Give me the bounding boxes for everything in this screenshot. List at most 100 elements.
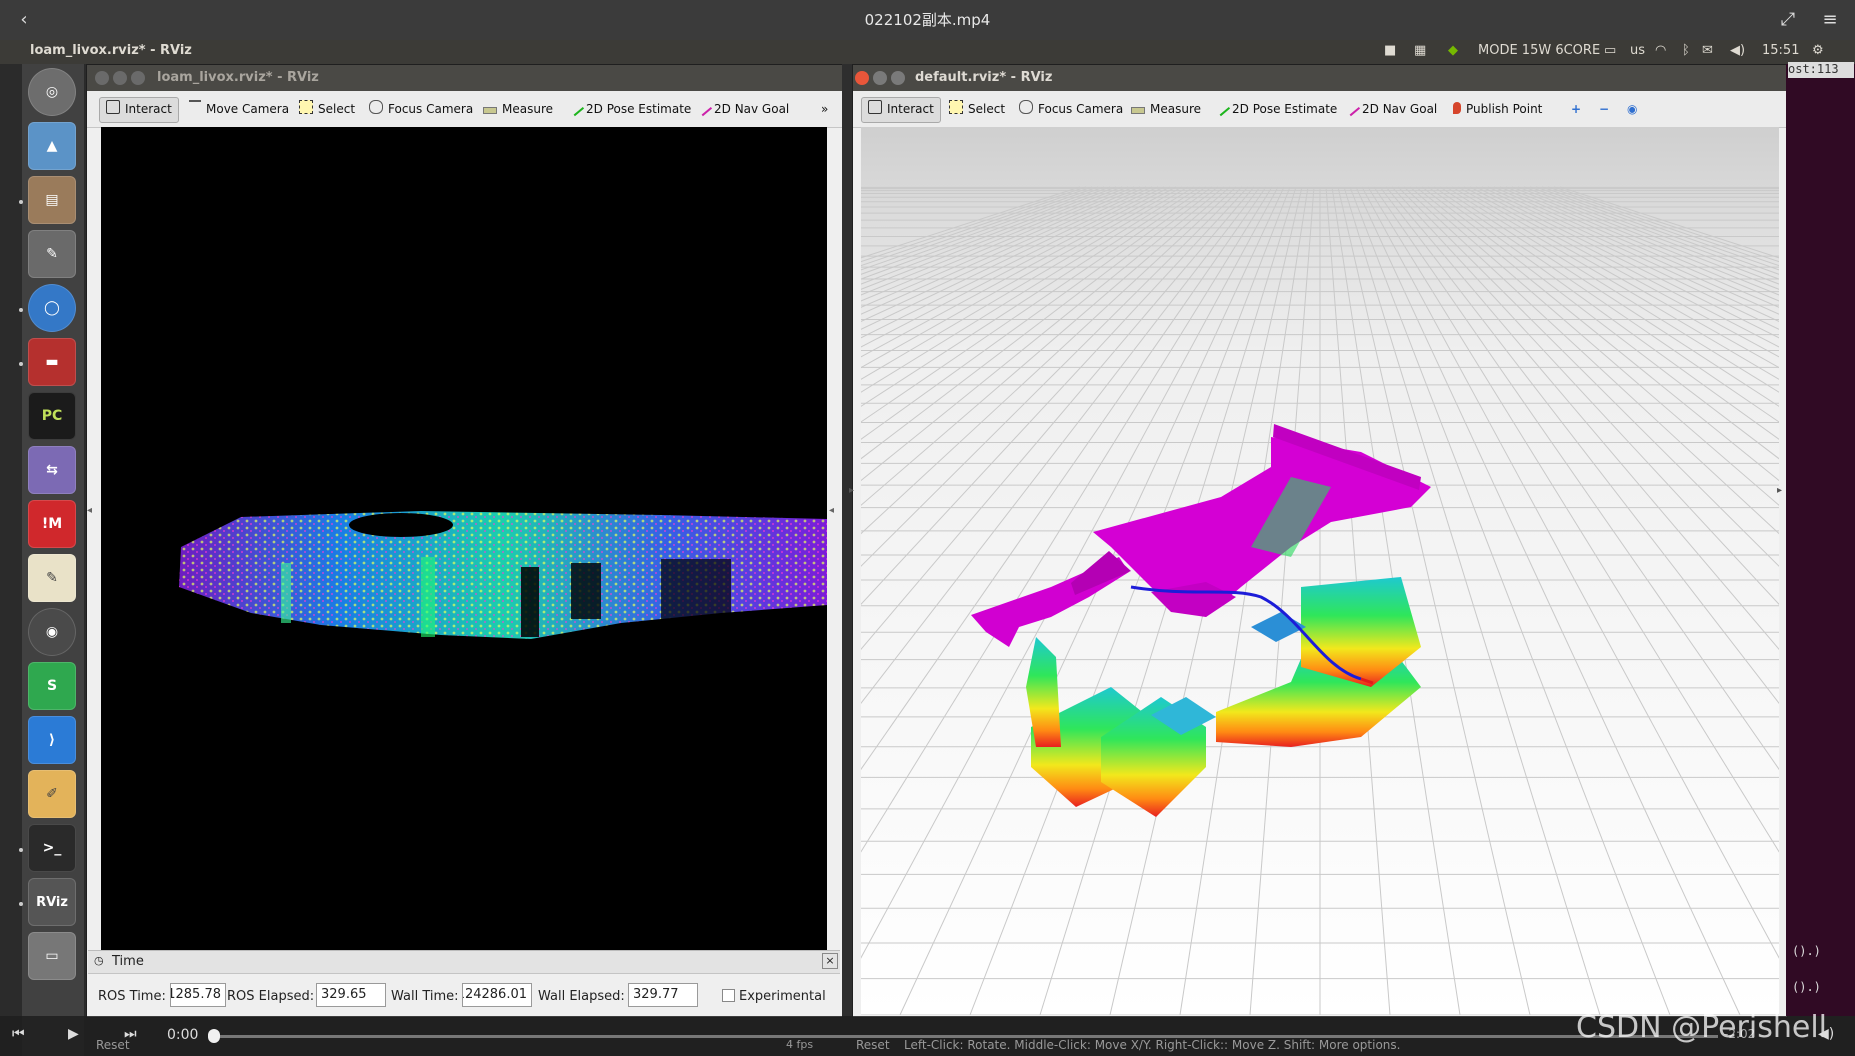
ros-time-label: ROS Time: bbox=[98, 989, 166, 1004]
tool-label: Select bbox=[318, 102, 356, 116]
remove-tool-icon[interactable]: − bbox=[1593, 97, 1615, 121]
add-tool-icon[interactable]: + bbox=[1565, 97, 1587, 121]
clock-icon: ◷ bbox=[94, 954, 104, 967]
files-icon[interactable]: ▤ bbox=[28, 176, 76, 224]
volume-icon[interactable]: ◀) bbox=[1730, 43, 1745, 58]
maximize-icon[interactable] bbox=[131, 71, 145, 85]
pycharm-icon[interactable]: PC bbox=[28, 392, 76, 440]
ros-elapsed-field[interactable]: 329.65 bbox=[316, 983, 386, 1007]
previous-icon[interactable]: ⏮ bbox=[12, 1026, 25, 1042]
collapse-left-icon[interactable]: ◂ bbox=[87, 505, 97, 516]
play-icon[interactable]: ▶ bbox=[68, 1026, 79, 1042]
tool-2d-nav-goal[interactable]: 2D Nav Goal bbox=[691, 97, 795, 121]
active-window-title: loam_livox.rviz* - RViz bbox=[30, 43, 192, 58]
reset-button-right[interactable]: Reset bbox=[856, 1038, 890, 1052]
tool-select[interactable]: Select bbox=[293, 97, 361, 121]
fullscreen-icon[interactable]: ⤢ bbox=[1774, 6, 1802, 34]
tool-measure[interactable]: Measure bbox=[477, 97, 559, 121]
ruler-icon bbox=[483, 107, 497, 114]
video-title: 022102副本.mp4 bbox=[864, 11, 991, 29]
tool-2d-pose-estimate[interactable]: 2D Pose Estimate bbox=[563, 97, 697, 121]
tool-label: 2D Pose Estimate bbox=[586, 102, 692, 116]
magenta-arrow-icon bbox=[693, 97, 713, 117]
terminal-line: ().) bbox=[1792, 944, 1821, 958]
terminal-window[interactable]: ost:113 ().) ().) bbox=[1786, 62, 1855, 1016]
3d-viewport[interactable] bbox=[101, 127, 827, 951]
notes-icon[interactable]: ✐ bbox=[28, 770, 76, 818]
text-editor-icon[interactable]: ✎ bbox=[28, 554, 76, 602]
chromium-icon[interactable]: ◯ bbox=[28, 284, 76, 332]
drive-icon[interactable]: ▭ bbox=[28, 932, 76, 980]
view-options-icon[interactable]: ◉ bbox=[1621, 97, 1643, 121]
close-icon[interactable] bbox=[95, 71, 109, 85]
tool-move-camera[interactable]: Move Camera bbox=[183, 97, 295, 121]
remote-desktop-icon[interactable]: ⇆ bbox=[28, 446, 76, 494]
launcher-dock: ◎ ▲ ▤ ✎ ◯ ▬ PC ⇆ !M ✎ ◉ S ⟩ ✐ >_ RViz ▭ bbox=[19, 64, 85, 1056]
power-mode-label[interactable]: MODE 15W 6CORE bbox=[1478, 43, 1600, 58]
seek-handle[interactable] bbox=[208, 1029, 220, 1043]
wall-elapsed-label: Wall Elapsed: bbox=[538, 989, 625, 1004]
tool-focus-camera[interactable]: Focus Camera bbox=[1013, 97, 1129, 121]
wifi-icon[interactable]: ◠ bbox=[1655, 43, 1666, 58]
tool-2d-pose-estimate[interactable]: 2D Pose Estimate bbox=[1209, 97, 1343, 121]
clock[interactable]: 15:51 bbox=[1762, 43, 1799, 58]
terminal-icon[interactable]: >_ bbox=[28, 824, 76, 872]
bluetooth-icon[interactable]: ᛒ bbox=[1682, 43, 1690, 58]
input-method-icon[interactable]: ▦ bbox=[1414, 43, 1426, 58]
wall-time-label: Wall Time: bbox=[391, 989, 459, 1004]
collapse-right-icon[interactable]: ◂ bbox=[829, 505, 839, 516]
tool-2d-nav-goal[interactable]: 2D Nav Goal bbox=[1339, 97, 1443, 121]
tool-label: Interact bbox=[887, 102, 934, 116]
vscode-icon[interactable]: ⟩ bbox=[28, 716, 76, 764]
tool-label: 2D Nav Goal bbox=[714, 102, 790, 116]
minimize-icon[interactable] bbox=[113, 71, 127, 85]
experimental-checkbox[interactable] bbox=[722, 989, 735, 1002]
3d-viewport[interactable] bbox=[861, 127, 1779, 1015]
point-cloud-column bbox=[281, 563, 291, 623]
spreadsheet-icon[interactable]: S bbox=[28, 662, 76, 710]
nvidia-icon[interactable]: ◆ bbox=[1448, 43, 1458, 58]
close-icon[interactable] bbox=[855, 71, 869, 85]
rviz-toolbar: Interact Select Focus Camera Measure 2D … bbox=[853, 91, 1787, 128]
tool-select[interactable]: Select bbox=[943, 97, 1011, 121]
tool-interact[interactable]: Interact bbox=[99, 97, 179, 123]
gear-icon[interactable]: ⚙ bbox=[1812, 43, 1824, 58]
mail-icon[interactable]: ✉ bbox=[1702, 43, 1713, 58]
close-panel-icon[interactable]: × bbox=[822, 953, 838, 969]
keyboard-layout[interactable]: us bbox=[1630, 43, 1645, 58]
experimental-label: Experimental bbox=[739, 989, 826, 1004]
collapse-right-icon[interactable]: ▸ bbox=[1777, 485, 1782, 496]
toolbar-overflow[interactable]: » bbox=[815, 97, 834, 121]
ruler-icon bbox=[1131, 107, 1145, 114]
terminal-line: ().) bbox=[1792, 980, 1821, 994]
tool-publish-point[interactable]: Publish Point bbox=[1447, 97, 1548, 121]
point-cloud-gap bbox=[521, 567, 539, 637]
ros-time-field[interactable]: 1285.78 bbox=[170, 983, 226, 1007]
battery-icon[interactable]: ▭ bbox=[1604, 43, 1616, 58]
rviz-toolbar: Interact Move Camera Select Focus Camera… bbox=[87, 91, 842, 128]
minimize-icon[interactable] bbox=[873, 71, 887, 85]
presentation-icon[interactable]: ▬ bbox=[28, 338, 76, 386]
camera-indicator-icon[interactable]: ■ bbox=[1384, 43, 1396, 58]
point-cloud-gap bbox=[661, 559, 731, 619]
software-center-icon[interactable]: ▲ bbox=[28, 122, 76, 170]
rviz-icon[interactable]: RViz bbox=[28, 878, 76, 926]
tool-measure[interactable]: Measure bbox=[1125, 97, 1207, 121]
tool-label: Select bbox=[968, 102, 1006, 116]
point-cloud-render bbox=[179, 511, 827, 639]
maximize-icon[interactable] bbox=[891, 71, 905, 85]
reset-button-left[interactable]: Reset bbox=[96, 1038, 130, 1052]
chrome-icon[interactable]: ◉ bbox=[28, 608, 76, 656]
tool-focus-camera[interactable]: Focus Camera bbox=[363, 97, 479, 121]
im-icon[interactable]: !M bbox=[28, 500, 76, 548]
collapse-left-icon[interactable]: ▸ bbox=[849, 485, 854, 496]
wall-time-field[interactable]: 124286.01 bbox=[462, 983, 532, 1007]
wall-elapsed-field[interactable]: 329.77 bbox=[628, 983, 698, 1007]
ubuntu-logo-icon[interactable]: ◎ bbox=[28, 68, 76, 116]
tool-label: Interact bbox=[125, 102, 172, 116]
rviz-window-loam-livox: loam_livox.rviz* - RViz Interact Move Ca… bbox=[86, 64, 843, 1018]
volume-icon[interactable]: ◀) bbox=[1818, 1026, 1834, 1042]
menu-icon[interactable]: ≡ bbox=[1816, 6, 1844, 34]
tool-interact[interactable]: Interact bbox=[861, 97, 941, 123]
settings-tools-icon[interactable]: ✎ bbox=[28, 230, 76, 278]
